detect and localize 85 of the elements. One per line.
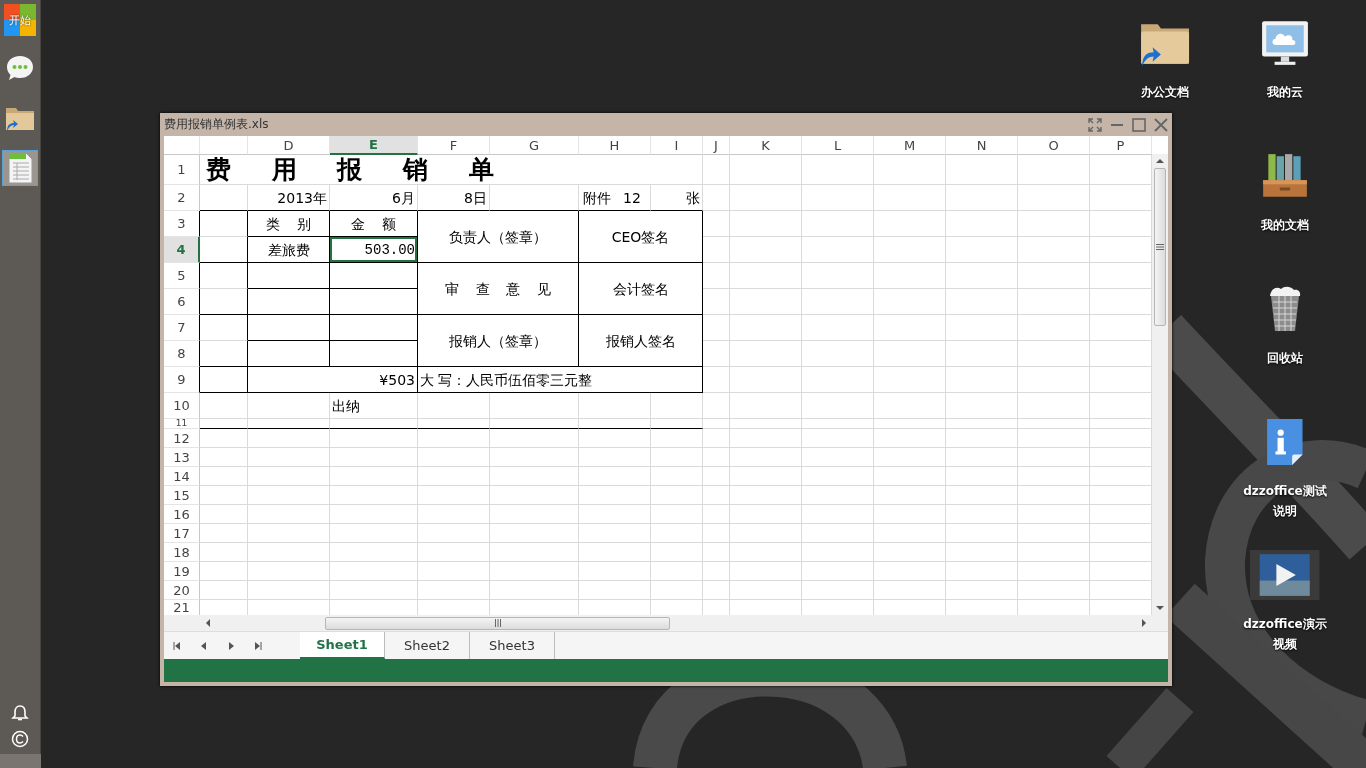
row-header[interactable]: 6	[164, 289, 200, 315]
row-header[interactable]: 7	[164, 315, 200, 341]
row-header[interactable]: 4	[164, 237, 200, 263]
taskbar-handle[interactable]	[0, 754, 41, 768]
column-header[interactable]: O	[1018, 136, 1090, 155]
column-header[interactable]: J	[703, 136, 730, 155]
table-cell: 6月	[330, 185, 418, 211]
last-sheet-icon[interactable]	[254, 641, 262, 650]
attachment-count: 12	[623, 190, 641, 205]
row-header[interactable]: 5	[164, 263, 200, 289]
table-cell: 大 写：人民币伍佰零三元整	[418, 367, 703, 393]
desktop-icon-label[interactable]: 我的云	[1267, 82, 1303, 102]
vertical-scrollbar[interactable]	[1152, 154, 1168, 615]
row-header[interactable]: 1	[164, 155, 200, 185]
row-header[interactable]: 10	[164, 393, 200, 419]
table-cell: 报销人（签章）	[418, 315, 579, 367]
column-header[interactable]: L	[802, 136, 874, 155]
row-header[interactable]: 14	[164, 467, 200, 486]
row-header[interactable]: 3	[164, 211, 200, 237]
row-header[interactable]: 13	[164, 448, 200, 467]
column-header[interactable]: M	[874, 136, 946, 155]
row-header[interactable]: 2	[164, 185, 200, 211]
row-header[interactable]: 8	[164, 341, 200, 367]
scroll-up-icon[interactable]	[1156, 158, 1164, 164]
close-icon[interactable]	[1154, 117, 1168, 132]
column-header[interactable]: F	[418, 136, 490, 155]
scroll-right-icon[interactable]	[1141, 619, 1147, 627]
column-header[interactable]: G	[490, 136, 579, 155]
row-header[interactable]: 11	[164, 419, 200, 429]
scrollbar-thumb[interactable]	[1154, 168, 1166, 326]
table-cell[interactable]: 503.00	[330, 237, 418, 263]
table-cell: 2013年	[248, 185, 330, 211]
column-header[interactable]: H	[579, 136, 651, 155]
row-header[interactable]: 15	[164, 486, 200, 505]
row-header[interactable]: 17	[164, 524, 200, 543]
column-header[interactable]: N	[946, 136, 1018, 155]
window-title: 费用报销单例表.xls	[164, 116, 270, 133]
attachment-label: 附件	[583, 190, 611, 205]
table-cell: 类 别	[248, 211, 330, 237]
grip-icon	[1156, 244, 1164, 250]
row-header[interactable]: 16	[164, 505, 200, 524]
desktop-icon-label[interactable]: 我的文档	[1261, 215, 1309, 235]
row-header[interactable]: 20	[164, 581, 200, 600]
scroll-left-icon[interactable]	[205, 619, 211, 627]
info-document-icon[interactable]	[1264, 417, 1306, 467]
row-header[interactable]: 9	[164, 367, 200, 393]
column-header[interactable]: I	[651, 136, 703, 155]
video-icon[interactable]	[1250, 550, 1320, 600]
desktop-icon-label[interactable]: dzzoffice测试说明	[1238, 481, 1332, 521]
grip-icon	[494, 619, 501, 627]
chat-bubble-icon	[5, 53, 35, 83]
next-sheet-icon[interactable]	[227, 641, 235, 650]
table-cell: CEO签名	[579, 211, 703, 263]
copyright-icon[interactable]	[11, 730, 29, 748]
scrollbar-thumb[interactable]	[325, 616, 670, 630]
table-cell: 出纳	[330, 393, 418, 419]
table-cell: 审 查 意 见	[418, 263, 579, 315]
first-sheet-icon[interactable]	[173, 641, 181, 650]
table-cell: ¥503	[248, 367, 418, 393]
column-header[interactable]: D	[248, 136, 330, 155]
bell-icon[interactable]	[11, 704, 29, 722]
table-cell: 金 额	[330, 211, 418, 237]
previous-sheet-icon[interactable]	[200, 641, 208, 650]
form-title: 费 用 报 销 单	[200, 155, 703, 185]
row-header[interactable]: 12	[164, 429, 200, 448]
table-cell: 会计签名	[579, 263, 703, 315]
table-cell: 张	[651, 185, 703, 211]
row-header[interactable]: 18	[164, 543, 200, 562]
monitor-cloud-icon[interactable]	[1260, 18, 1310, 68]
desktop-icon-label[interactable]: dzzoffice演示视频	[1238, 614, 1332, 654]
column-header[interactable]: P	[1090, 136, 1152, 155]
column-header[interactable]: E	[330, 136, 418, 155]
table-cell: 负责人（签章）	[418, 211, 579, 263]
scroll-down-icon[interactable]	[1156, 605, 1164, 611]
fullscreen-icon[interactable]	[1088, 117, 1102, 132]
table-cell: 报销人签名	[579, 315, 703, 367]
desktop-icon-label[interactable]: 回收站	[1267, 348, 1303, 368]
desktop-icon-label[interactable]: 办公文档	[1141, 82, 1189, 102]
taskbar-app[interactable]	[2, 150, 38, 186]
spreadsheet-icon	[6, 152, 34, 184]
table-cell: 差旅费	[248, 237, 330, 263]
column-header[interactable]: K	[730, 136, 802, 155]
table-cell: 8日	[418, 185, 490, 211]
row-header[interactable]: 19	[164, 562, 200, 581]
sheet-tab[interactable]: Sheet1	[300, 632, 385, 659]
